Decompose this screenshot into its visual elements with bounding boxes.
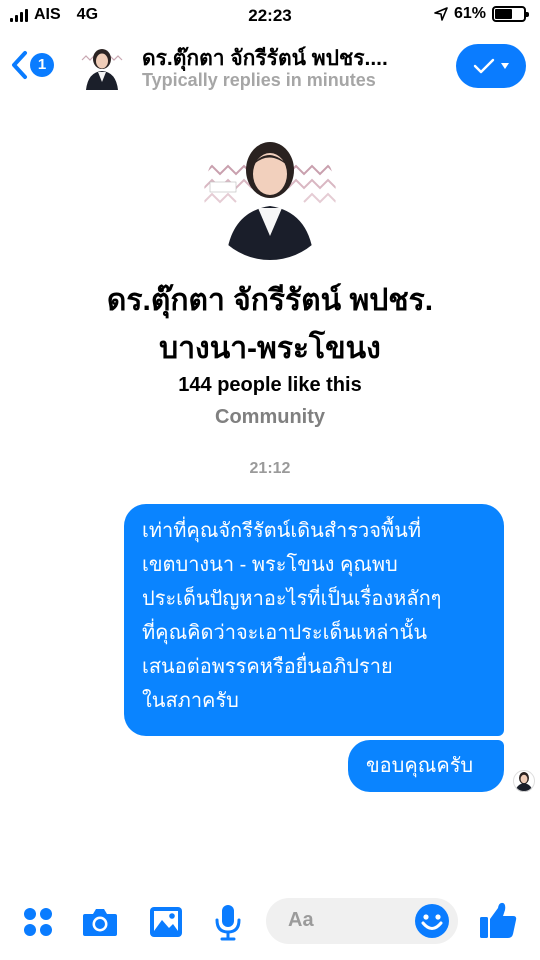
message-line: ที่คุณคิดว่าจะเอาประเด็นเหล่านั้น — [142, 622, 428, 644]
thumbs-up-icon — [480, 902, 517, 938]
unread-badge: 1 — [30, 53, 54, 77]
battery-percent: 61% — [453, 5, 486, 22]
chevron-left-icon — [12, 51, 27, 79]
message-line: เท่าที่คุณจักรีรัตน์เดินสำรวจพื้นที่ — [142, 520, 422, 542]
emoji-icon[interactable] — [414, 903, 450, 939]
camera-icon — [83, 909, 117, 936]
page-likes: 144 people like this — [178, 374, 362, 396]
message-line: ขอบคุณครับ — [366, 755, 474, 777]
checkmark-icon — [473, 58, 495, 74]
message-line: ประเด็นปัญหาอะไรที่เป็นเรื่องหลักๆ — [142, 588, 442, 610]
back-button[interactable]: 1 — [10, 50, 54, 80]
profile-picture[interactable] — [204, 128, 336, 260]
gallery-icon — [150, 907, 182, 937]
battery-icon — [492, 6, 529, 22]
caret-down-icon — [501, 63, 509, 69]
voice-button[interactable] — [208, 902, 248, 942]
page-category: Community — [215, 406, 325, 428]
microphone-icon — [215, 905, 241, 941]
profile-name-line1: ดร.ตุ๊กตา จักรีรัตน์ พปชร. — [106, 284, 434, 317]
like-button[interactable] — [478, 900, 518, 940]
message-line: เขตบางนา - พระโขนง คุณพบ — [142, 554, 398, 576]
outgoing-message-bubble[interactable]: เท่าที่คุณจักรีรัตน์เดินสำรวจพื้นที่ เขต… — [124, 504, 504, 736]
message-line: ในสภาครับ — [142, 690, 239, 712]
apps-button[interactable] — [18, 902, 58, 942]
message-timestamp: 21:12 — [249, 460, 291, 477]
apps-icon — [24, 908, 52, 936]
message-input[interactable]: Aa — [266, 898, 458, 944]
profile-name-line2: บางนา-พระโขนง — [159, 332, 381, 365]
status-bar: AIS 4G 22:23 61% — [0, 0, 540, 32]
gallery-button[interactable] — [146, 902, 186, 942]
contact-response-status: Typically replies in minutes — [142, 70, 376, 90]
message-line: เสนอต่อพรรคหรือยื่นอภิปราย — [142, 656, 393, 678]
seen-receipt-avatar — [513, 770, 535, 792]
camera-button[interactable] — [80, 902, 120, 942]
chat-header: 1 ดร.ตุ๊กตา จักรีรัตน์ พปชร.... Typicall… — [0, 34, 540, 104]
location-arrow-icon — [434, 7, 448, 21]
outgoing-message-bubble[interactable]: ขอบคุณครับ — [348, 740, 504, 792]
message-composer: Aa — [0, 890, 540, 954]
contact-avatar[interactable] — [80, 42, 124, 90]
message-input-placeholder: Aa — [288, 909, 314, 931]
manage-chat-button[interactable] — [456, 44, 526, 88]
